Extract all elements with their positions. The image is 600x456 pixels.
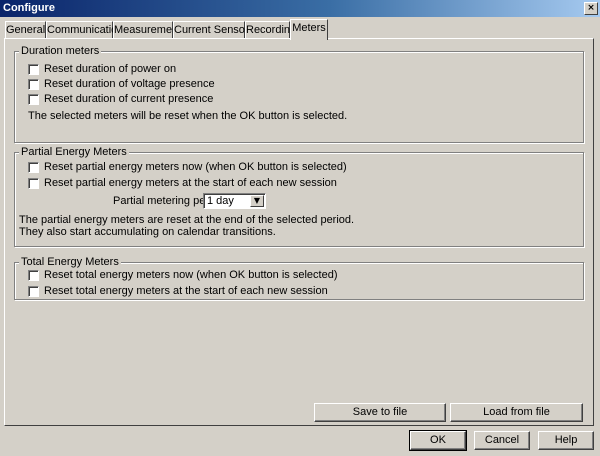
checkbox-box[interactable] [28,162,39,173]
window-title: Configure [3,2,55,14]
tab-recording[interactable]: Recording [245,21,296,39]
checkbox-box[interactable] [28,178,39,189]
window-titlebar: Configure × [0,0,600,17]
reset-voltage-presence-checkbox[interactable]: Reset duration of voltage presence [28,78,215,91]
tab-meters[interactable]: Meters [290,19,328,40]
reset-current-presence-checkbox[interactable]: Reset duration of current presence [28,93,213,106]
tab-current-sensors[interactable]: Current Sensors [173,21,254,39]
checkbox-label: Reset partial energy meters now (when OK… [44,161,347,173]
checkbox-label: Reset partial energy meters at the start… [44,177,337,189]
checkbox-label: Reset duration of power on [44,63,177,75]
checkbox-label: Reset duration of voltage presence [44,78,215,90]
ok-button[interactable]: OK [409,430,467,451]
tab-measurement[interactable]: Measurement [113,21,181,39]
duration-meters-group: Duration meters Reset duration of power … [14,44,584,143]
load-from-file-button[interactable]: Load from file [450,403,583,422]
checkbox-box[interactable] [28,79,39,90]
cancel-button[interactable]: Cancel [474,431,530,450]
duration-note: The selected meters will be reset when t… [28,110,348,122]
group-title: Partial Energy Meters [19,145,129,159]
checkbox-box[interactable] [28,64,39,75]
checkbox-box[interactable] [28,270,39,281]
checkbox-box[interactable] [28,94,39,105]
group-title: Duration meters [19,44,102,58]
checkbox-label: Reset duration of current presence [44,93,214,105]
close-icon[interactable]: × [584,2,598,15]
reset-partial-now-checkbox[interactable]: Reset partial energy meters now (when OK… [28,161,347,174]
checkbox-label: Reset total energy meters now (when OK b… [44,269,338,281]
partial-energy-meters-group: Partial Energy Meters Reset partial ener… [14,145,584,247]
checkbox-label: Reset total energy meters at the start o… [44,285,328,297]
period-value: 1 day [207,195,234,207]
group-title: Total Energy Meters [19,255,121,269]
divider [583,186,584,200]
save-to-file-button[interactable]: Save to file [314,403,446,422]
help-button[interactable]: Help [538,431,594,450]
chevron-down-icon[interactable]: ▼ [250,195,264,207]
total-energy-meters-group: Total Energy Meters Reset total energy m… [14,255,584,300]
tab-general[interactable]: General [5,21,46,39]
reset-partial-session-checkbox[interactable]: Reset partial energy meters at the start… [28,177,337,190]
reset-total-session-checkbox[interactable]: Reset total energy meters at the start o… [28,285,328,298]
tab-communication[interactable]: Communication [46,21,123,39]
partial-note-line2: They also start accumulating on calendar… [19,226,276,238]
period-select[interactable]: 1 day ▼ [203,193,266,209]
reset-power-on-checkbox[interactable]: Reset duration of power on [28,63,176,76]
checkbox-box[interactable] [28,286,39,297]
reset-total-now-checkbox[interactable]: Reset total energy meters now (when OK b… [28,269,337,282]
